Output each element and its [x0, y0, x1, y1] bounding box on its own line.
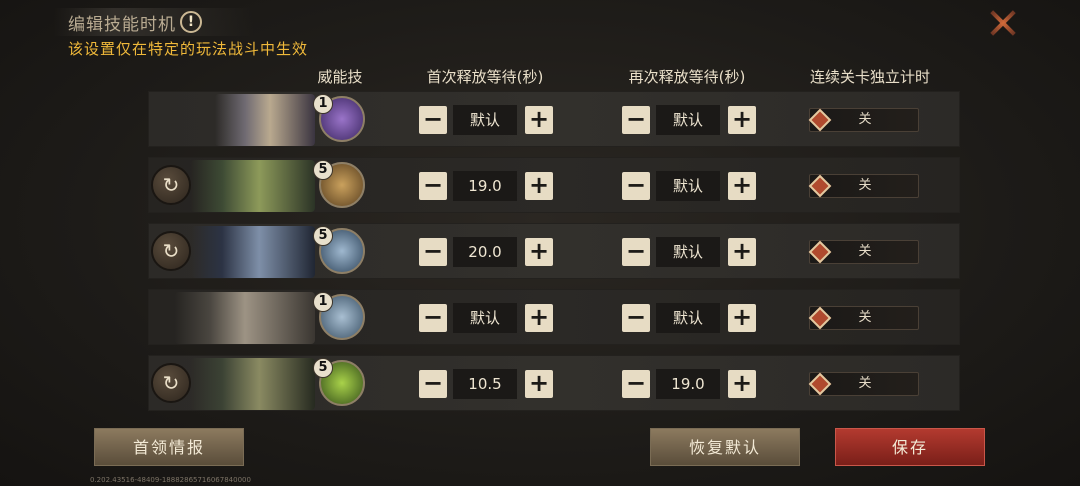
table-row: 1 − 默认 + − 默认 + 关: [148, 289, 960, 345]
toggle-label: 关: [858, 112, 872, 127]
column-header-first-wait: 首次释放等待(秒): [426, 68, 544, 86]
minus-icon[interactable]: −: [419, 370, 447, 398]
page-subtitle: 该设置仅在特定的玩法战斗中生效: [68, 40, 309, 58]
hero-portrait: [191, 226, 315, 278]
save-button[interactable]: 保存: [835, 428, 985, 466]
column-header-next-wait: 再次释放等待(秒): [628, 68, 746, 86]
first-wait-value: 默认: [453, 303, 517, 333]
minus-icon[interactable]: −: [622, 370, 650, 398]
next-wait-value: 19.0: [656, 369, 720, 399]
table-row: ↻ 5 − 10.5 + − 19.0 + 关: [148, 355, 960, 411]
version-text: 0.202.43516-48409-18882865716067840000: [90, 476, 251, 484]
minus-icon[interactable]: −: [622, 304, 650, 332]
minus-icon[interactable]: −: [419, 106, 447, 134]
column-header-skill: 威能技: [317, 68, 363, 86]
minus-icon[interactable]: −: [419, 238, 447, 266]
minus-icon[interactable]: −: [419, 304, 447, 332]
hero-portrait: [215, 94, 315, 146]
next-wait-value: 默认: [656, 171, 720, 201]
plus-icon[interactable]: +: [525, 172, 553, 200]
rotate-arrow-icon[interactable]: ↻: [151, 165, 191, 205]
toggle-label: 关: [858, 244, 872, 259]
restore-default-button[interactable]: 恢复默认: [650, 428, 800, 466]
first-wait-value: 20.0: [453, 237, 517, 267]
plus-icon[interactable]: +: [525, 238, 553, 266]
toggle-label: 关: [858, 376, 872, 391]
independent-timer-toggle[interactable]: 关: [808, 240, 919, 264]
next-wait-value: 默认: [656, 237, 720, 267]
plus-icon[interactable]: +: [728, 304, 756, 332]
skill-level-badge: 5: [313, 226, 333, 246]
plus-icon[interactable]: +: [525, 304, 553, 332]
boss-intel-button[interactable]: 首领情报: [94, 428, 244, 466]
first-wait-value: 10.5: [453, 369, 517, 399]
rotate-arrow-icon[interactable]: ↻: [151, 231, 191, 271]
independent-timer-toggle[interactable]: 关: [808, 108, 919, 132]
toggle-label: 关: [858, 178, 872, 193]
page-title: 编辑技能时机: [68, 15, 176, 35]
independent-timer-toggle[interactable]: 关: [808, 306, 919, 330]
hero-portrait: [191, 160, 315, 212]
minus-icon[interactable]: −: [622, 106, 650, 134]
skill-level-badge: 5: [313, 358, 333, 378]
table-row: 1 − 默认 + − 默认 + 关: [148, 91, 960, 147]
next-wait-value: 默认: [656, 105, 720, 135]
plus-icon[interactable]: +: [728, 106, 756, 134]
table-row: ↻ 5 − 20.0 + − 默认 + 关: [148, 223, 960, 279]
close-icon[interactable]: [989, 9, 1017, 37]
hero-portrait: [191, 358, 315, 410]
plus-icon[interactable]: +: [525, 370, 553, 398]
skill-level-badge: 1: [313, 292, 333, 312]
independent-timer-toggle[interactable]: 关: [808, 174, 919, 198]
next-wait-value: 默认: [656, 303, 720, 333]
plus-icon[interactable]: +: [728, 370, 756, 398]
plus-icon[interactable]: +: [728, 172, 756, 200]
minus-icon[interactable]: −: [622, 172, 650, 200]
skill-level-badge: 5: [313, 160, 333, 180]
plus-icon[interactable]: +: [728, 238, 756, 266]
hero-portrait: [175, 292, 315, 344]
plus-icon[interactable]: +: [525, 106, 553, 134]
toggle-label: 关: [858, 310, 872, 325]
table-row: ↻ 5 − 19.0 + − 默认 + 关: [148, 157, 960, 213]
skill-level-badge: 1: [313, 94, 333, 114]
column-header-independent-timer: 连续关卡独立计时: [809, 68, 930, 86]
info-icon[interactable]: !: [180, 11, 202, 33]
first-wait-value: 19.0: [453, 171, 517, 201]
minus-icon[interactable]: −: [622, 238, 650, 266]
rotate-arrow-icon[interactable]: ↻: [151, 363, 191, 403]
minus-icon[interactable]: −: [419, 172, 447, 200]
first-wait-value: 默认: [453, 105, 517, 135]
independent-timer-toggle[interactable]: 关: [808, 372, 919, 396]
